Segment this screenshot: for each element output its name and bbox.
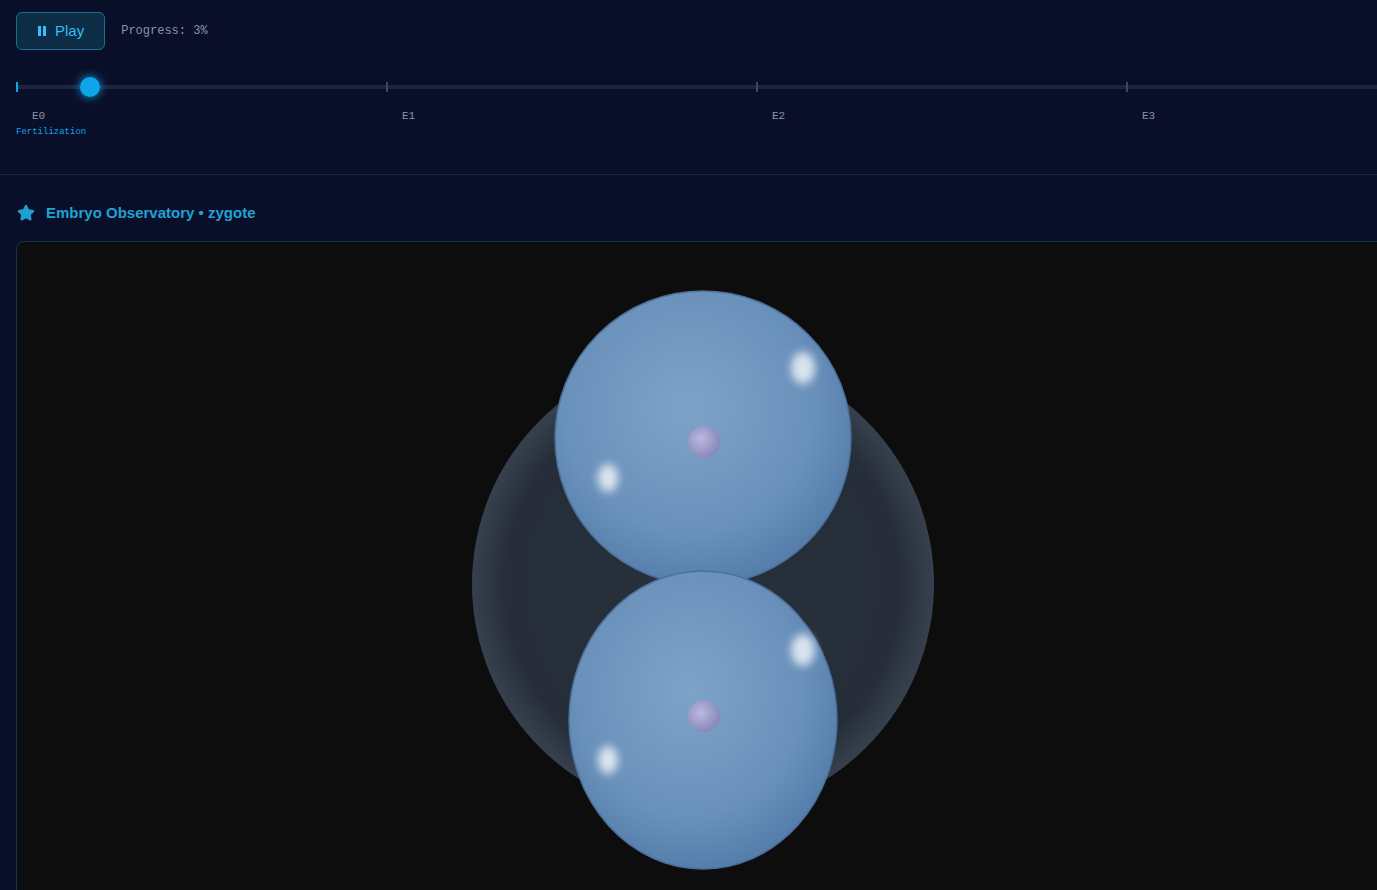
blastomere [555, 291, 851, 585]
pause-icon [37, 25, 47, 37]
slider-track[interactable] [16, 85, 1377, 89]
controls-row: Play Progress: 3% [16, 12, 1361, 50]
tick-column: E3 [1126, 109, 1377, 138]
tick-column: E2 [756, 109, 1126, 138]
slider-tick [1126, 82, 1128, 92]
observatory-section: Embryo Observatory • zygote [0, 175, 1377, 890]
tick-labels: E0FertilizationE1E2E3 [16, 109, 1361, 138]
timeline-slider[interactable] [16, 77, 1377, 97]
nucleus [688, 700, 720, 732]
tick-label: E0 [16, 109, 386, 123]
play-button[interactable]: Play [16, 12, 105, 50]
observatory-title: Embryo Observatory • zygote [46, 202, 255, 225]
slider-thumb[interactable] [80, 77, 100, 97]
blastomere [569, 571, 837, 869]
play-label: Play [55, 20, 84, 43]
observatory-heading: Embryo Observatory • zygote [0, 203, 1377, 223]
embryo-render [17, 242, 1377, 890]
tick-caption: Fertilization [16, 126, 386, 138]
tick-label: E1 [386, 109, 756, 123]
progress-text: Progress: 3% [121, 22, 207, 40]
embryo-viewport[interactable] [16, 241, 1377, 890]
tick-column: E1 [386, 109, 756, 138]
star-icon [17, 204, 35, 222]
app: Play Progress: 3% E0 FertilizationE1E2E3 Emb… [0, 0, 1377, 890]
slider-tick [16, 82, 18, 92]
slider-tick [386, 82, 388, 92]
timeline-header: Play Progress: 3% E0 FertilizationE1E2E3 [0, 0, 1377, 175]
nucleus [688, 426, 720, 458]
tick-label: E3 [1126, 109, 1377, 123]
slider-tick [756, 82, 758, 92]
tick-column: E0 Fertilization [16, 109, 386, 138]
tick-label: E2 [756, 109, 1126, 123]
